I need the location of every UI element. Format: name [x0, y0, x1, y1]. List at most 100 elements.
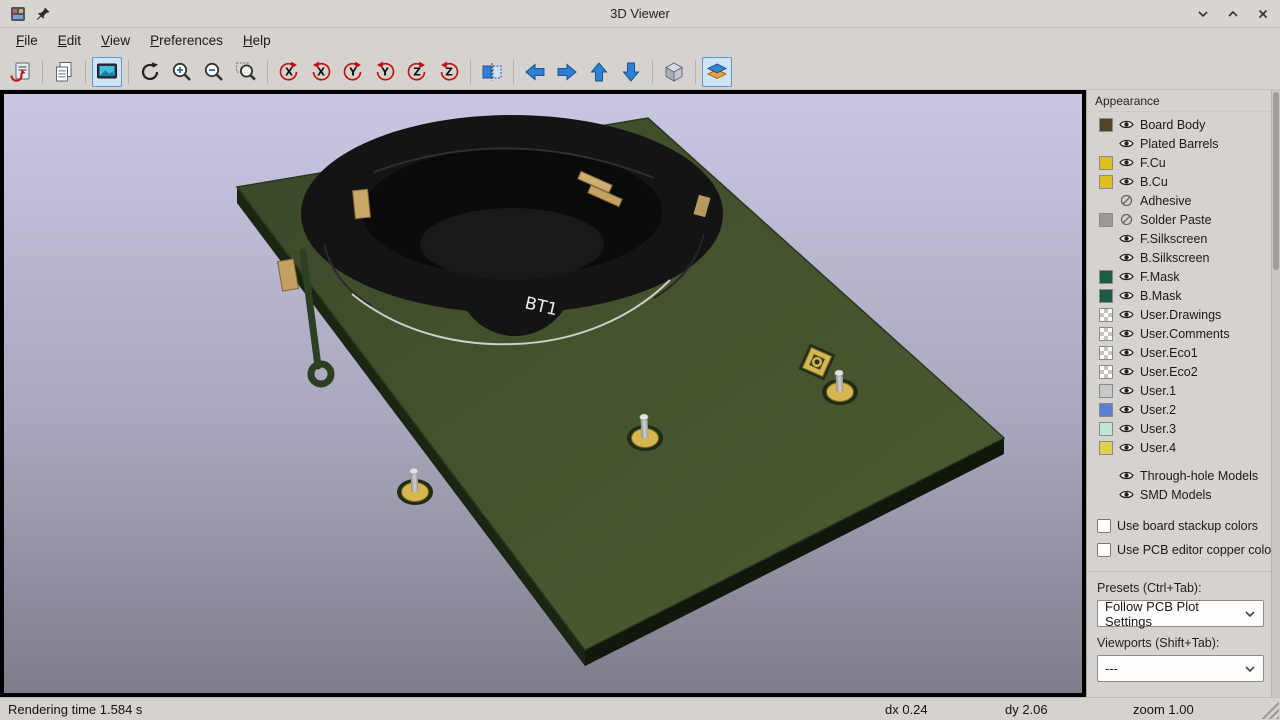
maximize-window-button[interactable] — [1226, 7, 1240, 21]
visibility-on-icon[interactable] — [1118, 309, 1135, 320]
svg-text:Y: Y — [348, 67, 357, 79]
layer-color-swatch[interactable] — [1099, 289, 1113, 303]
visibility-on-icon[interactable] — [1118, 489, 1135, 500]
visibility-on-icon[interactable] — [1118, 366, 1135, 377]
layer-color-swatch[interactable] — [1099, 384, 1113, 398]
pan-right-button[interactable] — [552, 57, 582, 87]
layer-label: User.3 — [1140, 422, 1176, 436]
model-visibility-list: Through-hole ModelsSMD Models — [1087, 466, 1280, 504]
layer-color-swatch[interactable] — [1099, 270, 1113, 284]
pan-left-button[interactable] — [520, 57, 550, 87]
copper-color-checkbox[interactable] — [1097, 543, 1111, 557]
visibility-off-icon[interactable] — [1118, 194, 1135, 207]
layer-list: Board Body Plated Barrels F.Cu B.Cu Adhesive… — [1087, 115, 1280, 457]
shade-window-button[interactable] — [1196, 7, 1210, 21]
visibility-on-icon[interactable] — [1118, 423, 1135, 434]
visibility-on-icon[interactable] — [1118, 290, 1135, 301]
layer-color-swatch[interactable] — [1099, 327, 1113, 341]
visibility-on-icon[interactable] — [1118, 119, 1135, 130]
pin-icon[interactable] — [36, 6, 51, 21]
visibility-off-icon[interactable] — [1118, 213, 1135, 226]
rotate-y-ccw-button[interactable]: Y — [370, 57, 400, 87]
rotate-x-cw-button[interactable]: X — [274, 57, 304, 87]
layer-color-swatch[interactable] — [1099, 118, 1113, 132]
layer-row-solder-paste: Solder Paste — [1087, 210, 1280, 229]
rotate-y-cw-button[interactable]: Y — [338, 57, 368, 87]
visibility-on-icon[interactable] — [1118, 271, 1135, 282]
visibility-on-icon[interactable] — [1118, 442, 1135, 453]
zoom-in-button[interactable] — [167, 57, 197, 87]
toolbar-separator — [652, 60, 653, 84]
visibility-on-icon[interactable] — [1118, 470, 1135, 481]
stackup-colors-checkbox[interactable] — [1097, 519, 1111, 533]
rotate-x-ccw-button[interactable]: X — [306, 57, 336, 87]
layer-label: User.2 — [1140, 403, 1176, 417]
layer-color-swatch[interactable] — [1099, 175, 1113, 189]
layer-row-user-eco1: User.Eco1 — [1087, 343, 1280, 362]
zoom-out-button[interactable] — [199, 57, 229, 87]
3d-viewport[interactable]: BT1 — [4, 94, 1082, 693]
copy-image-button[interactable] — [49, 57, 79, 87]
resize-grip[interactable] — [1261, 701, 1279, 719]
menu-preferences[interactable]: Preferences — [140, 28, 233, 55]
svg-text:Z: Z — [413, 67, 421, 79]
layer-color-swatch[interactable] — [1099, 403, 1113, 417]
sidebar-scrollbar[interactable] — [1271, 90, 1280, 697]
visibility-on-icon[interactable] — [1118, 138, 1135, 149]
layer-label: Plated Barrels — [1140, 137, 1219, 151]
checkbox-label: Use board stackup colors — [1117, 519, 1258, 533]
layer-row-user-1: User.1 — [1087, 381, 1280, 400]
visibility-on-icon[interactable] — [1118, 404, 1135, 415]
3d-viewer-window: 3D Viewer FileEditViewPreferencesHelp XX… — [0, 0, 1280, 90]
layer-label: Adhesive — [1140, 194, 1191, 208]
presets-dropdown[interactable]: Follow PCB Plot Settings — [1097, 600, 1264, 627]
layer-label: User.1 — [1140, 384, 1176, 398]
pan-down-button[interactable] — [616, 57, 646, 87]
layer-row-smd-models: SMD Models — [1087, 485, 1280, 504]
presets-value: Follow PCB Plot Settings — [1105, 599, 1244, 629]
visibility-on-icon[interactable] — [1118, 233, 1135, 244]
visibility-on-icon[interactable] — [1118, 252, 1135, 263]
layer-row-user-2: User.2 — [1087, 400, 1280, 419]
menu-view[interactable]: View — [91, 28, 140, 55]
layer-row-user-eco2: User.Eco2 — [1087, 362, 1280, 381]
visibility-on-icon[interactable] — [1118, 385, 1135, 396]
layer-label: B.Mask — [1140, 289, 1182, 303]
flip-board-button[interactable] — [477, 57, 507, 87]
svg-text:Z: Z — [445, 67, 453, 79]
layer-label: F.Cu — [1140, 156, 1166, 170]
visibility-on-icon[interactable] — [1118, 157, 1135, 168]
viewports-dropdown[interactable]: --- — [1097, 655, 1264, 682]
layer-color-swatch[interactable] — [1099, 213, 1113, 227]
reload-board-button[interactable] — [6, 57, 36, 87]
visibility-on-icon[interactable] — [1118, 347, 1135, 358]
layer-color-swatch[interactable] — [1099, 156, 1113, 170]
close-window-button[interactable] — [1256, 7, 1270, 21]
layer-color-swatch[interactable] — [1099, 308, 1113, 322]
cursor-dx: dx 0.24 — [885, 702, 928, 717]
zoom-level: zoom 1.00 — [1133, 702, 1194, 717]
orthographic-view-button[interactable] — [659, 57, 689, 87]
rotate-z-cw-button[interactable]: Z — [402, 57, 432, 87]
menu-help[interactable]: Help — [233, 28, 281, 55]
redraw-button[interactable] — [135, 57, 165, 87]
render-current-view-button[interactable] — [92, 57, 122, 87]
chevron-down-icon — [1244, 661, 1256, 676]
layer-row-b-cu: B.Cu — [1087, 172, 1280, 191]
layer-row-board-body: Board Body — [1087, 115, 1280, 134]
pan-up-button[interactable] — [584, 57, 614, 87]
rotate-z-ccw-button[interactable]: Z — [434, 57, 464, 87]
zoom-to-fit-button[interactable] — [231, 57, 261, 87]
layer-color-swatch[interactable] — [1099, 441, 1113, 455]
scrollbar-thumb[interactable] — [1273, 92, 1279, 270]
toggle-appearance-panel-button[interactable] — [702, 57, 732, 87]
layer-color-swatch[interactable] — [1099, 365, 1113, 379]
visibility-on-icon[interactable] — [1118, 176, 1135, 187]
menu-file[interactable]: File — [6, 28, 48, 55]
visibility-on-icon[interactable] — [1118, 328, 1135, 339]
layer-color-swatch[interactable] — [1099, 422, 1113, 436]
layer-color-swatch[interactable] — [1099, 346, 1113, 360]
menu-edit[interactable]: Edit — [48, 28, 91, 55]
menubar: FileEditViewPreferencesHelp — [0, 28, 1280, 55]
layer-row-user-3: User.3 — [1087, 419, 1280, 438]
